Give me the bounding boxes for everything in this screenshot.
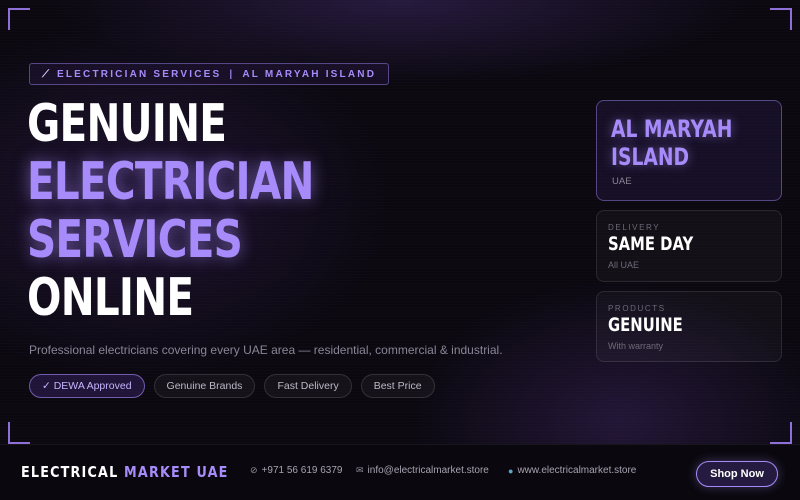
products-note: With warranty	[608, 341, 664, 351]
products-label: PRODUCTS	[608, 304, 666, 313]
website-link[interactable]: ● www.electricalmarket.store	[508, 465, 636, 476]
eyebrow-tag: ⟋ ELECTRICIAN SERVICES | AL MARYAH ISLAN…	[29, 63, 390, 85]
email-address: info@electricalmarket.store	[367, 465, 489, 476]
phone-link[interactable]: ⊘ +971 56 619 6379	[250, 465, 342, 476]
chip-best-price[interactable]: Best Price	[360, 374, 435, 398]
delivery-label: DELIVERY	[608, 223, 661, 232]
location-title-line-1: AL MARYAH	[611, 115, 733, 143]
corner-bracket-bottom-right	[770, 422, 792, 444]
delivery-value: SAME DAY	[608, 233, 694, 255]
location-card: AL MARYAH ISLAND UAE	[596, 100, 782, 201]
chip-dewa-approved[interactable]: ✓ DEWA Approved	[29, 374, 145, 398]
headline-line-2: ELECTRICIAN	[27, 152, 314, 212]
page-title: GENUINE ELECTRICIAN SERVICES ONLINE	[27, 95, 314, 327]
headline-line-4: ONLINE	[27, 268, 194, 328]
phone-number: +971 56 619 6379	[261, 465, 343, 476]
headline-line-1: GENUINE	[27, 94, 227, 154]
chip-fast-delivery[interactable]: Fast Delivery	[264, 374, 352, 398]
location-title-line-2: ISLAND	[611, 143, 690, 171]
eyebrow-service: ELECTRICIAN SERVICES	[57, 68, 222, 80]
shop-now-button[interactable]: Shop Now	[696, 461, 778, 487]
mail-icon: ✉	[356, 465, 364, 475]
corner-bracket-top-left	[8, 8, 30, 30]
brand-name-purple: MARKET UAE	[124, 463, 229, 481]
bolt-icon: ⟋	[42, 68, 49, 80]
hero-page: ⟋ ELECTRICIAN SERVICES | AL MARYAH ISLAN…	[0, 0, 800, 500]
products-value: GENUINE	[608, 314, 683, 336]
chip-genuine-brands[interactable]: Genuine Brands	[153, 374, 256, 398]
website-url: www.electricalmarket.store	[517, 465, 637, 476]
footer-bar: ELECTRICAL MARKET UAE ⊘ +971 56 619 6379…	[0, 444, 800, 500]
delivery-card: DELIVERY SAME DAY All UAE	[596, 210, 782, 282]
subtitle: Professional electricians covering every…	[29, 343, 503, 357]
corner-bracket-bottom-left	[8, 422, 30, 444]
eyebrow-separator: |	[229, 68, 235, 80]
eyebrow-location: AL MARYAH ISLAND	[242, 68, 377, 80]
location-title: AL MARYAH ISLAND	[611, 115, 732, 171]
corner-bracket-top-right	[770, 8, 792, 30]
phone-icon: ⊘	[250, 465, 258, 475]
brand-logo[interactable]: ELECTRICAL MARKET UAE	[21, 463, 229, 481]
email-link[interactable]: ✉ info@electricalmarket.store	[356, 465, 489, 476]
globe-icon: ●	[508, 465, 514, 476]
products-card: PRODUCTS GENUINE With warranty	[596, 291, 782, 362]
delivery-note: All UAE	[608, 260, 640, 270]
feature-chips: ✓ DEWA Approved Genuine Brands Fast Deli…	[29, 374, 435, 398]
brand-name-white: ELECTRICAL	[21, 463, 119, 481]
headline-line-3: SERVICES	[27, 210, 243, 270]
location-country: UAE	[612, 176, 632, 187]
